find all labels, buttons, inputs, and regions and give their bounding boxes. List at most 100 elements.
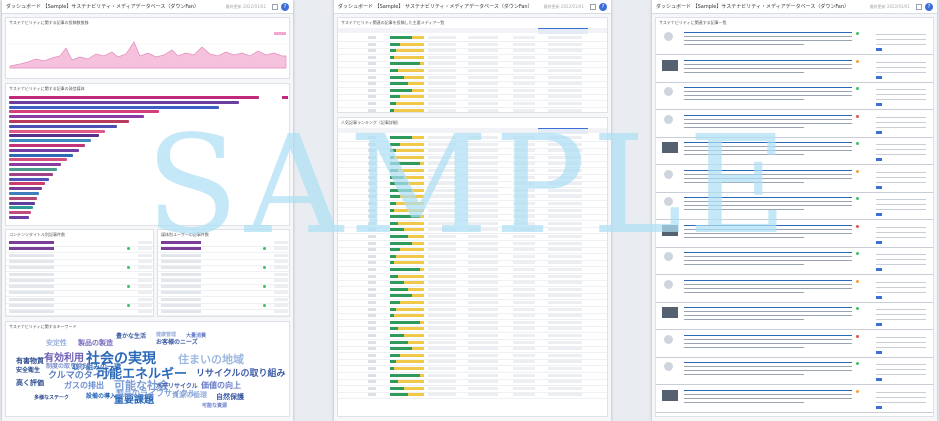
cell	[368, 380, 376, 384]
share-icon	[876, 350, 882, 354]
expand-icon[interactable]	[272, 3, 278, 10]
cell	[513, 320, 535, 324]
meta-line	[876, 314, 926, 315]
bar-green	[390, 62, 420, 66]
cell	[468, 36, 498, 39]
cell	[428, 142, 456, 146]
bar-yellow	[400, 248, 424, 252]
author-avatar	[664, 169, 673, 179]
card-title: 媒体別ユーザーの記事件数	[161, 232, 209, 237]
cell	[368, 215, 376, 219]
cell	[548, 373, 582, 377]
last-updated: 最終更新 2022/01/01	[543, 3, 584, 9]
wordcloud-term: 住まいの地域	[178, 353, 244, 366]
article-text-line	[684, 201, 852, 202]
article-text-line	[684, 40, 852, 41]
meta-line	[876, 369, 926, 370]
cell-value	[274, 310, 288, 314]
share-icon	[876, 103, 882, 106]
cell	[548, 235, 582, 238]
cell	[513, 36, 535, 39]
cell	[468, 360, 498, 364]
cell	[513, 307, 535, 311]
meta-line	[876, 121, 926, 123]
cell	[428, 287, 456, 291]
cell	[368, 314, 376, 318]
meta-line	[876, 341, 926, 343]
cell	[513, 241, 535, 245]
article-text-line	[684, 338, 852, 340]
cell	[468, 55, 498, 59]
author-avatar	[664, 87, 673, 96]
bar-yellow	[412, 88, 424, 92]
table-right	[158, 240, 289, 316]
cell-label	[161, 291, 201, 295]
cell	[513, 95, 535, 99]
cell-label	[161, 297, 201, 301]
bar-green	[390, 142, 400, 146]
cell-value	[274, 278, 288, 282]
meta-line	[876, 89, 926, 90]
cell	[468, 208, 498, 212]
cell	[548, 82, 582, 86]
cell	[468, 75, 498, 79]
wordcloud-term: 制度の取り組み	[46, 363, 89, 370]
last-updated: 最終更新 2022/01/01	[869, 3, 910, 9]
bar-green	[390, 235, 408, 238]
article-text-line	[684, 114, 852, 116]
status-dot	[127, 266, 130, 270]
hbar	[9, 187, 42, 191]
article-text-line	[684, 126, 804, 128]
cell	[368, 287, 376, 291]
cell-label	[161, 241, 201, 244]
share-icon	[876, 130, 882, 134]
cell	[368, 82, 376, 86]
expand-icon[interactable]	[916, 3, 922, 10]
article-text-line	[684, 346, 804, 348]
cell	[468, 320, 498, 324]
help-icon[interactable]: ?	[599, 2, 607, 11]
article-thumbnail	[662, 307, 678, 318]
bar-green	[390, 294, 412, 298]
cell	[368, 294, 376, 298]
cell	[548, 75, 582, 79]
share-icon	[876, 323, 882, 326]
meta-line	[876, 264, 926, 265]
feed-divider	[656, 384, 933, 385]
article-text-line	[684, 319, 804, 320]
cell	[468, 294, 498, 298]
cell	[548, 69, 582, 72]
cell	[513, 149, 535, 153]
cell	[548, 208, 582, 212]
cell	[368, 347, 376, 351]
hbar	[9, 182, 45, 186]
cell	[548, 393, 582, 397]
help-icon[interactable]: ?	[281, 2, 289, 11]
bar-yellow	[396, 102, 424, 105]
cell	[368, 208, 376, 212]
cell	[513, 360, 535, 364]
help-icon[interactable]: ?	[925, 2, 933, 11]
cell	[513, 268, 535, 271]
cell	[428, 69, 456, 72]
cell	[368, 162, 376, 166]
cell	[548, 248, 582, 252]
hbar	[9, 144, 85, 147]
bar-yellow	[404, 75, 424, 79]
meta-line	[876, 396, 926, 398]
cell	[513, 235, 535, 238]
cell	[428, 228, 456, 232]
cell	[368, 88, 376, 92]
bar-green	[390, 88, 412, 92]
card-title: サステナビリティ関連の記事を投稿した主要メディア一覧	[341, 20, 445, 25]
cell	[428, 155, 456, 159]
cell-label	[161, 272, 201, 276]
cell	[428, 380, 456, 384]
area-chart	[9, 32, 287, 69]
expand-icon[interactable]	[590, 3, 596, 10]
meta-line	[876, 254, 926, 255]
meta-line	[876, 94, 926, 95]
bar-yellow	[396, 49, 424, 53]
bar-yellow	[404, 228, 424, 232]
status-dot	[856, 142, 859, 145]
